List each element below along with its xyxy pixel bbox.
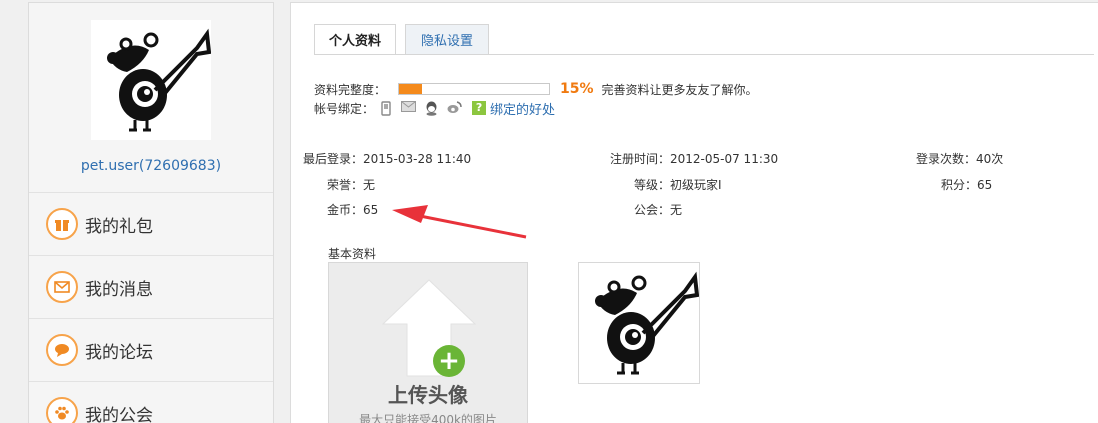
tab-privacy[interactable]: 隐私设置	[405, 24, 489, 55]
email-icon[interactable]	[401, 100, 417, 116]
sidebar: pet.user(72609683) 我的礼包 我的消息 我的论坛 我的公会	[28, 2, 274, 423]
sidebar-item-label: 我的礼包	[85, 216, 153, 237]
tab-profile[interactable]: 个人资料	[314, 24, 396, 55]
weibo-icon[interactable]	[447, 100, 462, 116]
sidebar-item-forum[interactable]: 我的论坛	[29, 318, 273, 381]
upload-size-hint: 最大只能接受400k的图片	[359, 413, 497, 423]
sidebar-username[interactable]: pet.user(72609683)	[29, 158, 273, 174]
last-login: 最后登录：2015-03-28 11:40	[303, 152, 472, 166]
phone-icon[interactable]	[378, 100, 393, 116]
bird-mascot-image	[595, 271, 700, 375]
completion-hint: 完善资料让更多友友了解你。	[601, 82, 758, 97]
plus-icon: +	[433, 345, 465, 377]
honor: 荣誉：无	[327, 178, 376, 192]
gift-icon	[46, 208, 78, 240]
completion-progress-fill	[399, 84, 422, 94]
completion-progress-bar	[398, 83, 551, 95]
bird-mascot-image	[107, 28, 212, 132]
avatar-upload-button[interactable]: + 上传头像 最大只能接受400k的图片	[328, 262, 528, 423]
basic-info-title: 基本资料	[328, 247, 377, 261]
level: 等级：初级玩家I	[634, 178, 722, 192]
completion-percent: 15%	[560, 81, 594, 97]
guild: 公会：无	[634, 203, 683, 217]
envelope-icon	[46, 271, 78, 303]
register-time: 注册时间：2012-05-07 11:30	[610, 152, 779, 166]
sidebar-item-guild[interactable]: 我的公会	[29, 381, 273, 423]
tab-divider	[314, 54, 1094, 55]
login-count: 登录次数：40次	[916, 152, 1004, 166]
completion-row: 资料完整度： 15% 完善资料让更多友友了解你。	[314, 80, 758, 98]
chat-bubble-icon	[46, 334, 78, 366]
avatar-preview	[578, 262, 700, 384]
upload-avatar-title: 上传头像	[388, 383, 468, 407]
profile-panel: 个人资料 隐私设置 资料完整度： 15% 完善资料让更多友友了解你。 帐号绑定：…	[290, 2, 1098, 423]
points: 积分：65	[941, 178, 993, 192]
sidebar-avatar[interactable]	[91, 20, 212, 140]
help-question-icon: ?	[472, 101, 487, 115]
sidebar-item-gifts[interactable]: 我的礼包	[29, 192, 273, 255]
gold: 金币：65	[327, 203, 379, 217]
qq-icon[interactable]	[424, 101, 439, 116]
sidebar-item-messages[interactable]: 我的消息	[29, 255, 273, 318]
sidebar-item-label: 我的论坛	[85, 342, 153, 363]
sidebar-item-label: 我的消息	[85, 279, 153, 300]
sidebar-item-label: 我的公会	[85, 405, 153, 423]
bind-benefits-link[interactable]: 绑定的好处	[490, 99, 555, 118]
paw-icon	[46, 397, 78, 423]
completion-label: 资料完整度：	[314, 82, 387, 97]
bind-label: 帐号绑定：	[314, 101, 375, 116]
account-binding-row: 帐号绑定： ? 绑定的好处	[314, 99, 555, 118]
